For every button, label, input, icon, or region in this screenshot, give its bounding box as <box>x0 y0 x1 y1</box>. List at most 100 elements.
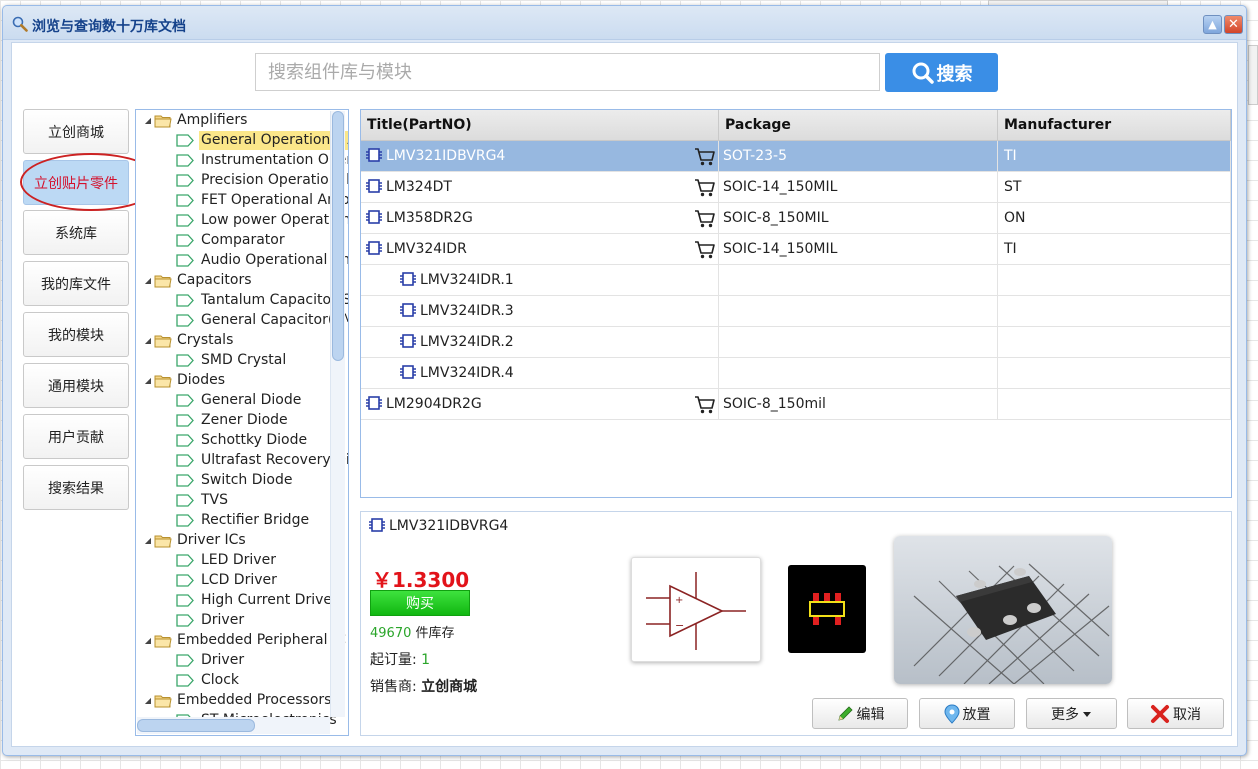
expand-arrow-icon[interactable]: ◢ <box>142 696 154 705</box>
tree-leaf[interactable]: General Operational Amplifiers <box>176 130 348 150</box>
shopping-cart-icon[interactable] <box>694 178 716 198</box>
table-row[interactable]: LM324DT SOIC-14_150MIL ST <box>361 172 1231 203</box>
shopping-cart-icon[interactable] <box>694 147 716 167</box>
folder-open-icon <box>154 374 172 387</box>
tag-icon <box>176 673 194 687</box>
folder-open-icon <box>154 334 172 347</box>
column-header-package[interactable]: Package <box>719 110 998 141</box>
expand-arrow-icon[interactable]: ◢ <box>142 636 154 645</box>
table-row[interactable]: LMV324IDR.3 <box>361 296 1231 327</box>
tree-leaf[interactable]: Tantalum Capacitor(SMD) <box>176 290 348 310</box>
nav-item-4[interactable]: 我的库文件 <box>23 261 129 306</box>
tree-leaf[interactable]: High Current Driver <box>176 590 348 610</box>
tree-leaf[interactable]: Switch Diode <box>176 470 348 490</box>
dialog-title: 浏览与查询数十万库文档 <box>32 19 186 35</box>
expand-arrow-icon[interactable]: ◢ <box>142 276 154 285</box>
parts-table: Title(PartNO) Package Manufacturer LMV32… <box>360 109 1232 498</box>
footprint-preview[interactable] <box>788 565 866 653</box>
collapse-button[interactable]: ▲ <box>1203 15 1222 34</box>
edit-button[interactable]: 编辑 <box>812 698 908 729</box>
close-button[interactable]: ✕ <box>1224 15 1243 34</box>
red-x-icon <box>1151 704 1169 723</box>
tree-leaf[interactable]: Schottky Diode <box>176 430 348 450</box>
tree-leaf[interactable]: Audio Operational Amplifiers <box>176 250 348 270</box>
nav-item-5[interactable]: 我的模块 <box>23 312 129 357</box>
tree-item-label: Clock <box>201 671 240 688</box>
chip-icon <box>400 271 416 286</box>
tag-icon <box>176 153 194 167</box>
expand-arrow-icon[interactable]: ◢ <box>142 336 154 345</box>
tree-leaf[interactable]: Low power Operational Amplifiers <box>176 210 348 230</box>
nav-item-8[interactable]: 搜索结果 <box>23 465 129 510</box>
table-row[interactable]: LMV324IDR.2 <box>361 327 1231 358</box>
tree-leaf[interactable]: Ultrafast Recovery Diode <box>176 450 348 470</box>
folder-open-icon <box>154 274 172 287</box>
shopping-cart-icon[interactable] <box>694 240 716 260</box>
buy-button[interactable]: 购买 <box>370 590 470 616</box>
cancel-button[interactable]: 取消 <box>1127 698 1224 729</box>
tree-leaf[interactable]: Precision Operational Amplifiers <box>176 170 348 190</box>
tree-folder[interactable]: ◢ Embedded Processors <box>142 690 348 710</box>
map-pin-icon <box>943 703 960 724</box>
table-row[interactable]: LMV324IDR SOIC-14_150MIL TI <box>361 234 1231 265</box>
expand-arrow-icon[interactable]: ◢ <box>142 376 154 385</box>
tree-leaf[interactable]: SMD Crystal <box>176 350 348 370</box>
shopping-cart-icon[interactable] <box>694 395 716 415</box>
part-detail-panel: LMV321IDBVRG4 ￥1.3300 购买 49670 件库存 起订量: … <box>360 511 1232 736</box>
tree-leaf[interactable]: Driver <box>176 650 348 670</box>
tree-leaf[interactable]: General Capacitor(SMD) <box>176 310 348 330</box>
chip-icon <box>369 517 385 532</box>
tree-leaf[interactable]: Clock <box>176 670 348 690</box>
nav-item-1[interactable]: 立创商城 <box>23 109 129 154</box>
tree-vertical-scrollbar[interactable] <box>330 111 345 717</box>
table-row[interactable]: LM358DR2G SOIC-8_150MIL ON <box>361 203 1231 234</box>
tree-leaf[interactable]: Comparator <box>176 230 348 250</box>
tree-folder[interactable]: ◢ Amplifiers <box>142 110 348 130</box>
expand-arrow-icon[interactable]: ◢ <box>142 536 154 545</box>
table-row[interactable]: LMV324IDR.1 <box>361 265 1231 296</box>
expand-arrow-icon[interactable]: ◢ <box>142 116 154 125</box>
tree-folder[interactable]: ◢ Diodes <box>142 370 348 390</box>
nav-item-3[interactable]: 系统库 <box>23 210 129 255</box>
place-button[interactable]: 放置 <box>919 698 1015 729</box>
part-number: LM2904DR2G <box>386 396 482 412</box>
seller-label: 销售商: <box>370 679 417 695</box>
tree-leaf[interactable]: Zener Diode <box>176 410 348 430</box>
tree-leaf[interactable]: TVS <box>176 490 348 510</box>
tree-leaf[interactable]: LCD Driver <box>176 570 348 590</box>
tree-folder[interactable]: ◢ Capacitors <box>142 270 348 290</box>
tree-item-label: General Diode <box>201 391 302 408</box>
nav-item-2[interactable]: 立创贴片零件 <box>23 160 129 205</box>
tree-folder[interactable]: ◢ Driver ICs <box>142 530 348 550</box>
column-header-title[interactable]: Title(PartNO) <box>361 110 719 141</box>
tree-leaf[interactable]: Instrumentation Operational Amplifiers <box>176 150 348 170</box>
shopping-cart-icon[interactable] <box>694 209 716 229</box>
tree-leaf[interactable]: FET Operational Amplifiers <box>176 190 348 210</box>
nav-item-label: 我的库文件 <box>41 276 111 293</box>
tree-leaf[interactable]: Rectifier Bridge <box>176 510 348 530</box>
column-header-manufacturer[interactable]: Manufacturer <box>998 110 1231 141</box>
tree-vertical-scroll-thumb[interactable] <box>332 111 344 361</box>
tree-folder[interactable]: ◢ Embedded Peripheral IC <box>142 630 348 650</box>
tree-leaf[interactable]: Driver <box>176 610 348 630</box>
search-input[interactable] <box>255 53 880 91</box>
table-row[interactable]: LMV321IDBVRG4 SOT-23-5 TI <box>361 141 1231 172</box>
tree-leaf[interactable]: General Diode <box>176 390 348 410</box>
nav-item-7[interactable]: 用户贡献 <box>23 414 129 459</box>
search-button[interactable]: 搜索 <box>885 53 998 92</box>
search-button-label: 搜索 <box>936 63 973 85</box>
cell-title: LMV324IDR <box>361 234 719 265</box>
part-photo[interactable] <box>894 536 1112 684</box>
table-row[interactable]: LM2904DR2G SOIC-8_150mil <box>361 389 1231 420</box>
more-dropdown-button[interactable]: 更多 <box>1026 698 1117 729</box>
cell-package: SOT-23-5 <box>719 141 998 172</box>
dialog-titlebar[interactable]: 浏览与查询数十万库文档 ▲ ✕ <box>3 6 1246 40</box>
tree-folder[interactable]: ◢ Crystals <box>142 330 348 350</box>
tree-leaf[interactable]: LED Driver <box>176 550 348 570</box>
table-row[interactable]: LMV324IDR.4 <box>361 358 1231 389</box>
schematic-symbol-preview[interactable]: + − <box>631 557 761 662</box>
tree-horizontal-scrollbar[interactable] <box>137 717 330 734</box>
nav-item-6[interactable]: 通用模块 <box>23 363 129 408</box>
tree-horizontal-scroll-thumb[interactable] <box>137 719 255 732</box>
tree-item-label: Rectifier Bridge <box>201 511 310 528</box>
